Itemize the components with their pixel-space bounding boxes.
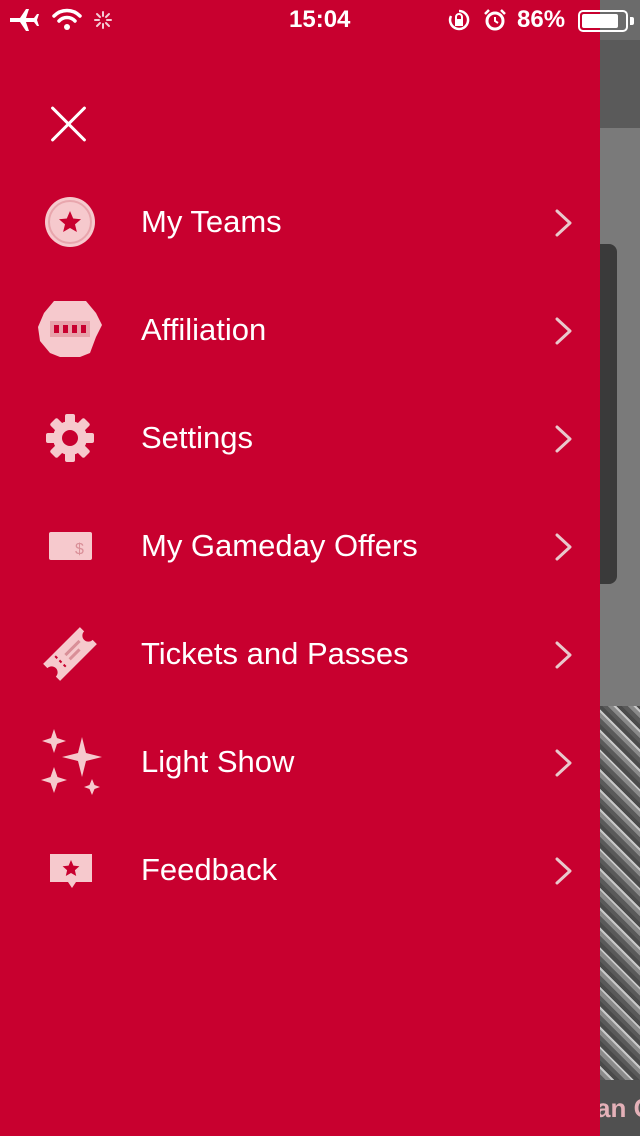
menu-item-label: My Teams [141,204,282,239]
menu-item-my-gameday-offers[interactable]: $ My Gameday Offers [0,496,600,596]
star-badge-icon [45,197,95,247]
battery-level [582,14,618,28]
airplane-icon [10,9,39,31]
sparkles-icon [41,729,102,795]
battery-icon [578,10,634,32]
feedback-bubble-icon [50,854,92,888]
menu-item-light-show[interactable]: Light Show [0,712,600,812]
battery-percentage: 86% [517,6,566,33]
status-time: 15:04 [289,6,351,33]
chevron-right-icon [555,533,572,561]
chevron-right-icon [555,749,572,777]
menu-item-feedback[interactable]: Feedback [0,820,600,920]
alarm-clock-icon [484,9,506,31]
svg-text:$: $ [75,541,84,558]
activity-spinner-icon [94,11,112,29]
background-crowd-photo [600,706,640,1080]
background-card [600,244,617,584]
menu-item-label: Tickets and Passes [141,636,409,671]
menu-item-my-teams[interactable]: My Teams [0,172,600,272]
menu-item-label: Settings [141,420,254,455]
menu-item-label: Affiliation [141,312,267,347]
navigation-drawer: My Teams Affiliation Settings $ My Gamed… [0,0,600,1136]
orientation-lock-icon [448,9,470,31]
background-nav-bar [600,40,640,128]
dollar-card-icon: $ [49,532,92,560]
wifi-icon [52,8,82,30]
menu-item-label: Light Show [141,744,295,779]
menu-item-settings[interactable]: Settings [0,388,600,488]
menu-item-label: My Gameday Offers [141,528,418,563]
chevron-right-icon [555,209,572,237]
background-caption: an C [600,1080,640,1136]
status-bar: 15:04 86% [0,0,640,40]
menu-item-label: Feedback [141,852,278,887]
chevron-right-icon [555,317,572,345]
chevron-right-icon [555,641,572,669]
gear-icon [46,414,94,462]
team-logo-icon [38,301,102,357]
menu-item-affiliation[interactable]: Affiliation [0,280,600,380]
menu-item-tickets-and-passes[interactable]: Tickets and Passes [0,604,600,704]
background-app: an C [600,0,640,1136]
chevron-right-icon [555,425,572,453]
ticket-icon [43,627,97,681]
chevron-right-icon [555,857,572,885]
close-button[interactable] [40,96,98,154]
